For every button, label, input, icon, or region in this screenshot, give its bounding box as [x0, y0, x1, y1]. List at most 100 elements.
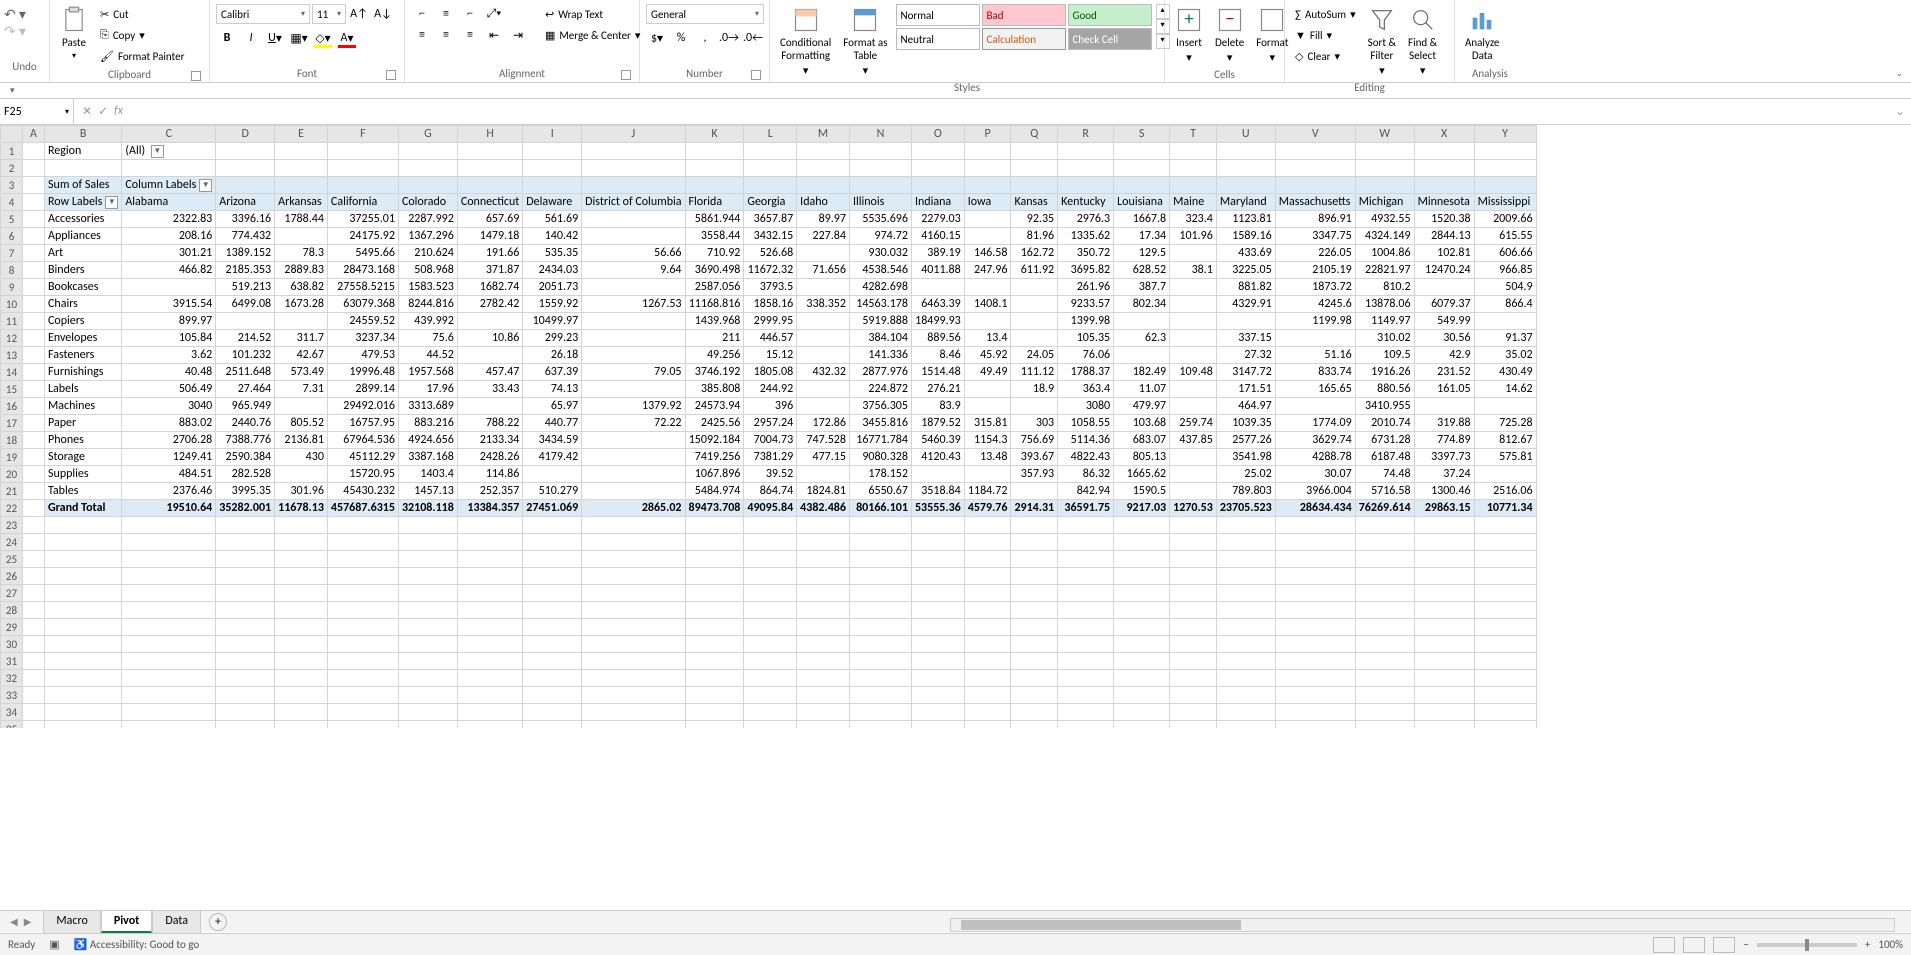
cell[interactable]: [685, 160, 744, 177]
cell[interactable]: [45, 619, 122, 636]
cell[interactable]: [849, 517, 911, 534]
cell[interactable]: 303: [1011, 415, 1058, 432]
cell[interactable]: 63079.368: [327, 296, 398, 313]
cell[interactable]: [849, 704, 911, 721]
cell[interactable]: 315.81: [964, 415, 1011, 432]
cell[interactable]: [797, 670, 850, 687]
page-layout-view-button[interactable]: [1683, 937, 1705, 953]
cell[interactable]: Idaho: [797, 194, 850, 211]
cell[interactable]: [911, 466, 964, 483]
style-good[interactable]: Good: [1068, 4, 1152, 26]
cell[interactable]: [1011, 330, 1058, 347]
cell[interactable]: 393.67: [1011, 449, 1058, 466]
cell[interactable]: 510.279: [523, 483, 582, 500]
cell[interactable]: 432.32: [797, 364, 850, 381]
cell[interactable]: 5114.36: [1058, 432, 1114, 449]
cell[interactable]: [582, 347, 685, 364]
cell[interactable]: 842.94: [1058, 483, 1114, 500]
cell[interactable]: 805.52: [275, 415, 328, 432]
sheet-next[interactable]: ▶: [24, 915, 32, 928]
wrap-text-button[interactable]: ↩Wrap Text: [541, 4, 644, 24]
cell[interactable]: 338.352: [797, 296, 850, 313]
cell[interactable]: 2587.056: [685, 279, 744, 296]
cell[interactable]: 109.48: [1170, 364, 1217, 381]
merge-center-button[interactable]: ▦Merge & Center ▾: [541, 25, 644, 45]
cell[interactable]: 1514.48: [911, 364, 964, 381]
cell[interactable]: Accessories: [45, 211, 122, 228]
cell[interactable]: [1170, 398, 1217, 415]
cell[interactable]: [582, 636, 685, 653]
cell[interactable]: Delaware: [523, 194, 582, 211]
cell[interactable]: 27.32: [1216, 347, 1275, 364]
cell[interactable]: [1170, 313, 1217, 330]
cell[interactable]: [216, 636, 275, 653]
cell[interactable]: Column Labels▼: [122, 177, 216, 194]
cell[interactable]: [1414, 670, 1474, 687]
cell[interactable]: 966.85: [1474, 262, 1536, 279]
cell[interactable]: [23, 194, 45, 211]
cell[interactable]: [582, 143, 685, 160]
cell[interactable]: 1004.86: [1355, 245, 1414, 262]
cell[interactable]: [1275, 517, 1355, 534]
zoom-level[interactable]: 100%: [1878, 938, 1903, 951]
cell[interactable]: Indiana: [911, 194, 964, 211]
cell[interactable]: 2105.19: [1275, 262, 1355, 279]
row-header-30[interactable]: 30: [1, 636, 23, 653]
cell[interactable]: 457.47: [457, 364, 522, 381]
row-header-23[interactable]: 23: [1, 517, 23, 534]
cell[interactable]: 710.92: [685, 245, 744, 262]
cell[interactable]: [45, 602, 122, 619]
cell[interactable]: [327, 653, 398, 670]
cell[interactable]: [23, 279, 45, 296]
cell[interactable]: 1957.568: [398, 364, 457, 381]
cell[interactable]: 42.9: [1414, 347, 1474, 364]
col-header-W[interactable]: W: [1355, 126, 1414, 143]
cell[interactable]: [23, 347, 45, 364]
row-header-25[interactable]: 25: [1, 551, 23, 568]
cell[interactable]: Copiers: [45, 313, 122, 330]
cell[interactable]: [1275, 330, 1355, 347]
cell[interactable]: Machines: [45, 398, 122, 415]
cell[interactable]: [1474, 313, 1536, 330]
cell[interactable]: 53555.36: [911, 500, 964, 517]
cell[interactable]: 1774.09: [1275, 415, 1355, 432]
cell[interactable]: [275, 177, 328, 194]
cell[interactable]: 479.97: [1114, 398, 1170, 415]
cell[interactable]: 172.86: [797, 415, 850, 432]
cell[interactable]: 363.4: [1058, 381, 1114, 398]
cell[interactable]: [1474, 687, 1536, 704]
cell[interactable]: [1058, 636, 1114, 653]
cell[interactable]: 3313.689: [398, 398, 457, 415]
format-as-table-button[interactable]: Format as Table▾: [839, 4, 891, 79]
cell[interactable]: [327, 517, 398, 534]
cell[interactable]: 25.02: [1216, 466, 1275, 483]
cell[interactable]: [1114, 568, 1170, 585]
cell[interactable]: [1114, 160, 1170, 177]
cell[interactable]: 3541.98: [1216, 449, 1275, 466]
cell[interactable]: [911, 687, 964, 704]
cell[interactable]: Colorado: [398, 194, 457, 211]
cell[interactable]: 477.15: [797, 449, 850, 466]
cell[interactable]: 208.16: [122, 228, 216, 245]
row-header-26[interactable]: 26: [1, 568, 23, 585]
decrease-indent-button[interactable]: ⇤: [483, 25, 505, 45]
col-header-J[interactable]: J: [582, 126, 685, 143]
cell[interactable]: [1275, 160, 1355, 177]
cell[interactable]: 227.84: [797, 228, 850, 245]
cell[interactable]: [523, 143, 582, 160]
cell[interactable]: [797, 279, 850, 296]
col-header-X[interactable]: X: [1414, 126, 1474, 143]
cell[interactable]: 802.34: [1114, 296, 1170, 313]
cell[interactable]: [1114, 704, 1170, 721]
cell[interactable]: 3432.15: [744, 228, 797, 245]
cell[interactable]: [122, 534, 216, 551]
cell[interactable]: [1058, 721, 1114, 729]
cell[interactable]: 244.92: [744, 381, 797, 398]
cell[interactable]: 1824.81: [797, 483, 850, 500]
cell[interactable]: 606.66: [1474, 245, 1536, 262]
cell[interactable]: [1058, 534, 1114, 551]
select-all-corner[interactable]: [1, 126, 23, 143]
cell[interactable]: [1170, 245, 1217, 262]
cell[interactable]: [327, 619, 398, 636]
cell[interactable]: 28473.168: [327, 262, 398, 279]
